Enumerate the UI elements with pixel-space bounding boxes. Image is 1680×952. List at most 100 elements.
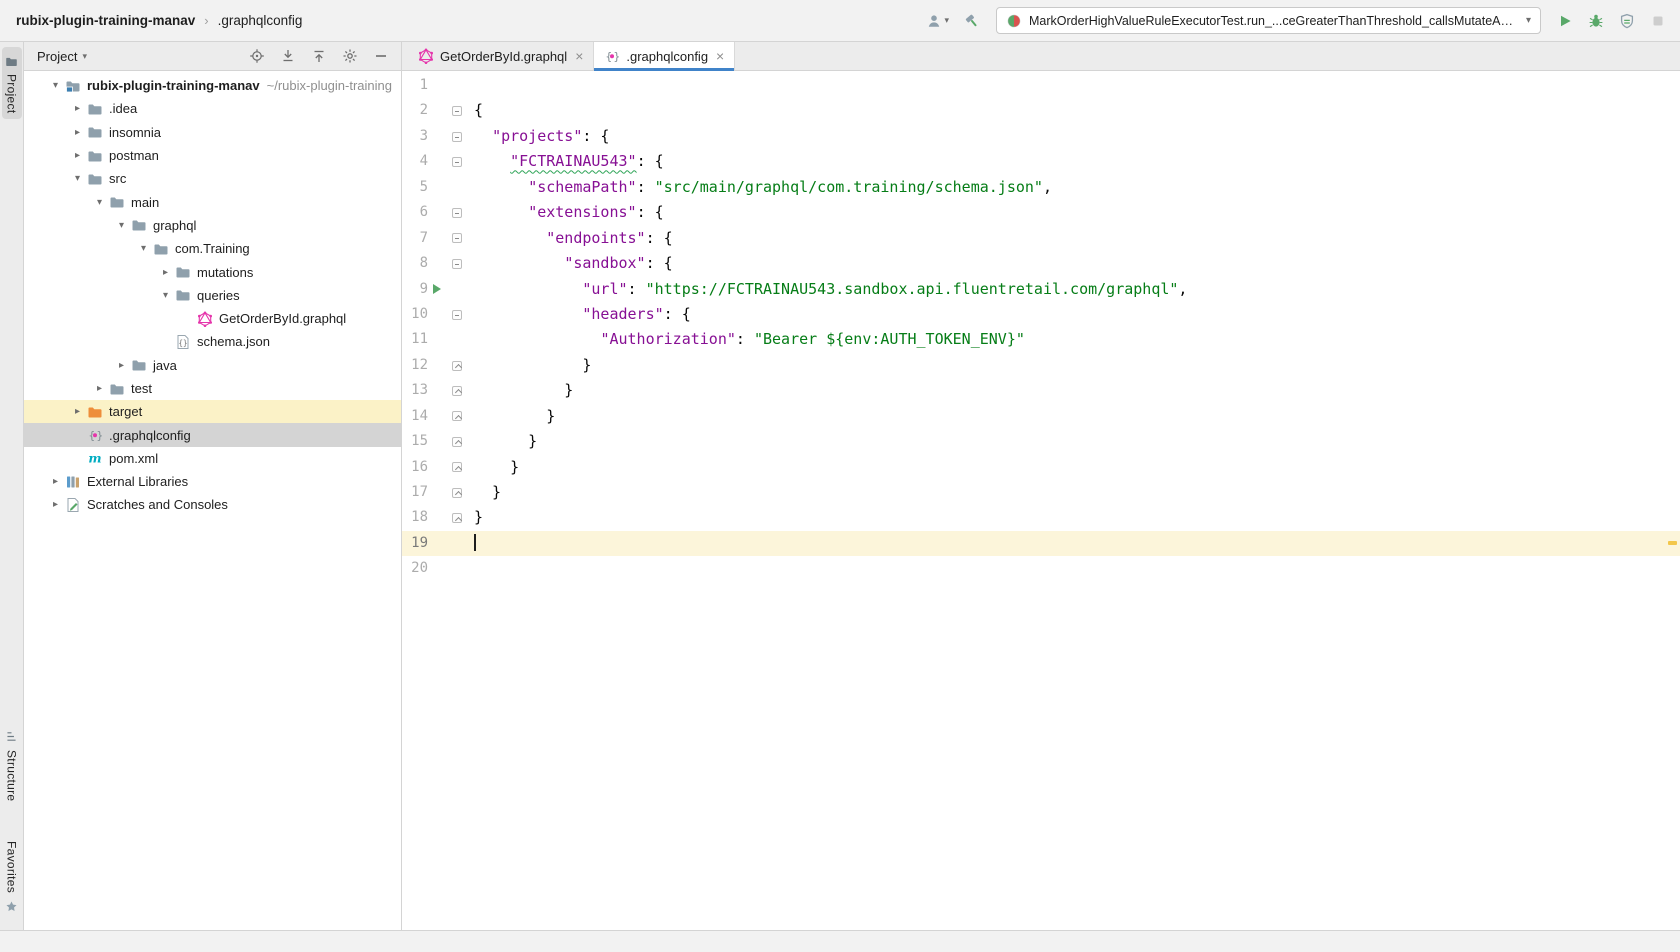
breadcrumb-project[interactable]: rubix-plugin-training-manav [16, 13, 195, 28]
user-button[interactable]: ▾ [926, 13, 949, 29]
chevron-right-icon[interactable]: ▸ [156, 267, 175, 278]
code-line-15[interactable]: 15 } [402, 429, 1680, 454]
build-hammer-button[interactable] [964, 13, 980, 29]
line-number[interactable]: 7 [402, 226, 428, 251]
tree-item-queries[interactable]: ▾queries [24, 284, 401, 307]
code-line-10[interactable]: 10 "headers": { [402, 302, 1680, 327]
editor-gutter[interactable]: 7 [402, 226, 468, 251]
code-line-19[interactable]: 19 [402, 531, 1680, 556]
settings-gear-button[interactable] [342, 48, 358, 64]
run-configuration-select[interactable]: MarkOrderHighValueRuleExecutorTest.run_.… [996, 7, 1541, 34]
tool-button-favorites[interactable]: Favorites [2, 835, 22, 920]
code-line-1[interactable]: 1 [402, 73, 1680, 98]
line-number[interactable]: 20 [402, 556, 428, 581]
fold-marker-icon[interactable] [452, 106, 462, 116]
line-number[interactable]: 12 [402, 353, 428, 378]
chevron-right-icon[interactable]: ▸ [90, 383, 109, 394]
run-line-icon[interactable] [433, 284, 441, 294]
editor-gutter[interactable]: 15 [402, 429, 468, 454]
editor-gutter[interactable]: 4 [402, 149, 468, 174]
chevron-down-icon[interactable]: ▾ [156, 290, 175, 301]
fold-marker-icon[interactable] [452, 259, 462, 269]
code-text[interactable]: "FCTRAINAU543": { [468, 149, 1680, 174]
code-line-12[interactable]: 12 } [402, 353, 1680, 378]
expand-all-button[interactable] [311, 48, 327, 64]
code-text[interactable]: "extensions": { [468, 200, 1680, 225]
code-text[interactable] [468, 531, 1680, 556]
fold-marker-icon[interactable] [452, 361, 462, 371]
code-text[interactable]: } [468, 404, 1680, 429]
code-line-13[interactable]: 13 } [402, 378, 1680, 403]
chevron-right-icon[interactable]: ▸ [68, 103, 87, 114]
editor-gutter[interactable]: 5 [402, 175, 468, 200]
fold-marker-icon[interactable] [452, 132, 462, 142]
code-line-7[interactable]: 7 "endpoints": { [402, 226, 1680, 251]
chevron-down-icon[interactable]: ▾ [90, 197, 109, 208]
chevron-right-icon[interactable]: ▸ [68, 150, 87, 161]
tree-item-mutations[interactable]: ▸mutations [24, 260, 401, 283]
chevron-right-icon[interactable]: ▸ [68, 127, 87, 138]
code-text[interactable]: "endpoints": { [468, 226, 1680, 251]
editor-gutter[interactable]: 12 [402, 353, 468, 378]
tree-item-pom.xml[interactable]: mpom.xml [24, 447, 401, 470]
editor-gutter[interactable]: 13 [402, 378, 468, 403]
project-view-dropdown[interactable]: Project ▾ [37, 49, 87, 64]
tree-item-external-libraries[interactable]: ▸External Libraries [24, 470, 401, 493]
editor-gutter[interactable]: 17 [402, 480, 468, 505]
run-button[interactable] [1557, 13, 1573, 29]
tree-item-postman[interactable]: ▸postman [24, 144, 401, 167]
code-line-3[interactable]: 3 "projects": { [402, 124, 1680, 149]
code-text[interactable]: { [468, 98, 1680, 123]
tree-item-main[interactable]: ▾main [24, 190, 401, 213]
tree-item-scratches-and-consoles[interactable]: ▸Scratches and Consoles [24, 493, 401, 516]
line-number[interactable]: 5 [402, 175, 428, 200]
code-line-20[interactable]: 20 [402, 556, 1680, 581]
line-number[interactable]: 1 [402, 73, 428, 98]
tab-close-icon[interactable]: × [716, 49, 724, 63]
editor-gutter[interactable]: 18 [402, 505, 468, 530]
line-number[interactable]: 14 [402, 404, 428, 429]
code-line-17[interactable]: 17 } [402, 480, 1680, 505]
tool-button-structure[interactable]: Structure [2, 723, 22, 807]
code-line-5[interactable]: 5 "schemaPath": "src/main/graphql/com.tr… [402, 175, 1680, 200]
line-number[interactable]: 18 [402, 505, 428, 530]
code-view[interactable]: 12{3 "projects": {4 "FCTRAINAU543": {5 "… [402, 71, 1680, 582]
chevron-down-icon[interactable]: ▾ [46, 80, 65, 91]
fold-marker-icon[interactable] [452, 386, 462, 396]
code-line-9[interactable]: 9 "url": "https://FCTRAINAU543.sandbox.a… [402, 277, 1680, 302]
fold-marker-icon[interactable] [452, 157, 462, 167]
tree-item-com.training[interactable]: ▾com.Training [24, 237, 401, 260]
code-line-2[interactable]: 2{ [402, 98, 1680, 123]
tree-item-src[interactable]: ▾src [24, 167, 401, 190]
tree-item-target[interactable]: ▸target [24, 400, 401, 423]
code-text[interactable]: } [468, 480, 1680, 505]
tree-item-getorderbyid.graphql[interactable]: GetOrderById.graphql [24, 307, 401, 330]
chevron-down-icon[interactable]: ▾ [68, 173, 87, 184]
code-text[interactable]: } [468, 429, 1680, 454]
editor-tab-getorderbyid.graphql[interactable]: GetOrderById.graphql× [408, 42, 594, 70]
editor[interactable]: 12{3 "projects": {4 "FCTRAINAU543": {5 "… [402, 71, 1680, 930]
hide-button[interactable] [373, 48, 389, 64]
editor-gutter[interactable]: 16 [402, 455, 468, 480]
chevron-right-icon[interactable]: ▸ [112, 360, 131, 371]
code-text[interactable] [468, 556, 1680, 581]
line-number[interactable]: 10 [402, 302, 428, 327]
code-text[interactable]: "projects": { [468, 124, 1680, 149]
code-text[interactable]: "schemaPath": "src/main/graphql/com.trai… [468, 175, 1680, 200]
code-text[interactable]: } [468, 378, 1680, 403]
fold-marker-icon[interactable] [452, 233, 462, 243]
fold-marker-icon[interactable] [452, 462, 462, 472]
editor-gutter[interactable]: 8 [402, 251, 468, 276]
editor-gutter[interactable]: 20 [402, 556, 468, 581]
coverage-button[interactable] [1619, 13, 1635, 29]
tree-item-insomnia[interactable]: ▸insomnia [24, 121, 401, 144]
editor-gutter[interactable]: 2 [402, 98, 468, 123]
code-line-14[interactable]: 14 } [402, 404, 1680, 429]
chevron-down-icon[interactable]: ▾ [134, 243, 153, 254]
tree-item-rubix-plugin-training-manav[interactable]: ▾rubix-plugin-training-manav~/rubix-plug… [24, 74, 401, 97]
editor-tab-.graphqlconfig[interactable]: {}.graphqlconfig× [594, 42, 735, 70]
line-number[interactable]: 17 [402, 480, 428, 505]
code-text[interactable]: } [468, 505, 1680, 530]
tab-close-icon[interactable]: × [575, 49, 583, 63]
code-line-6[interactable]: 6 "extensions": { [402, 200, 1680, 225]
